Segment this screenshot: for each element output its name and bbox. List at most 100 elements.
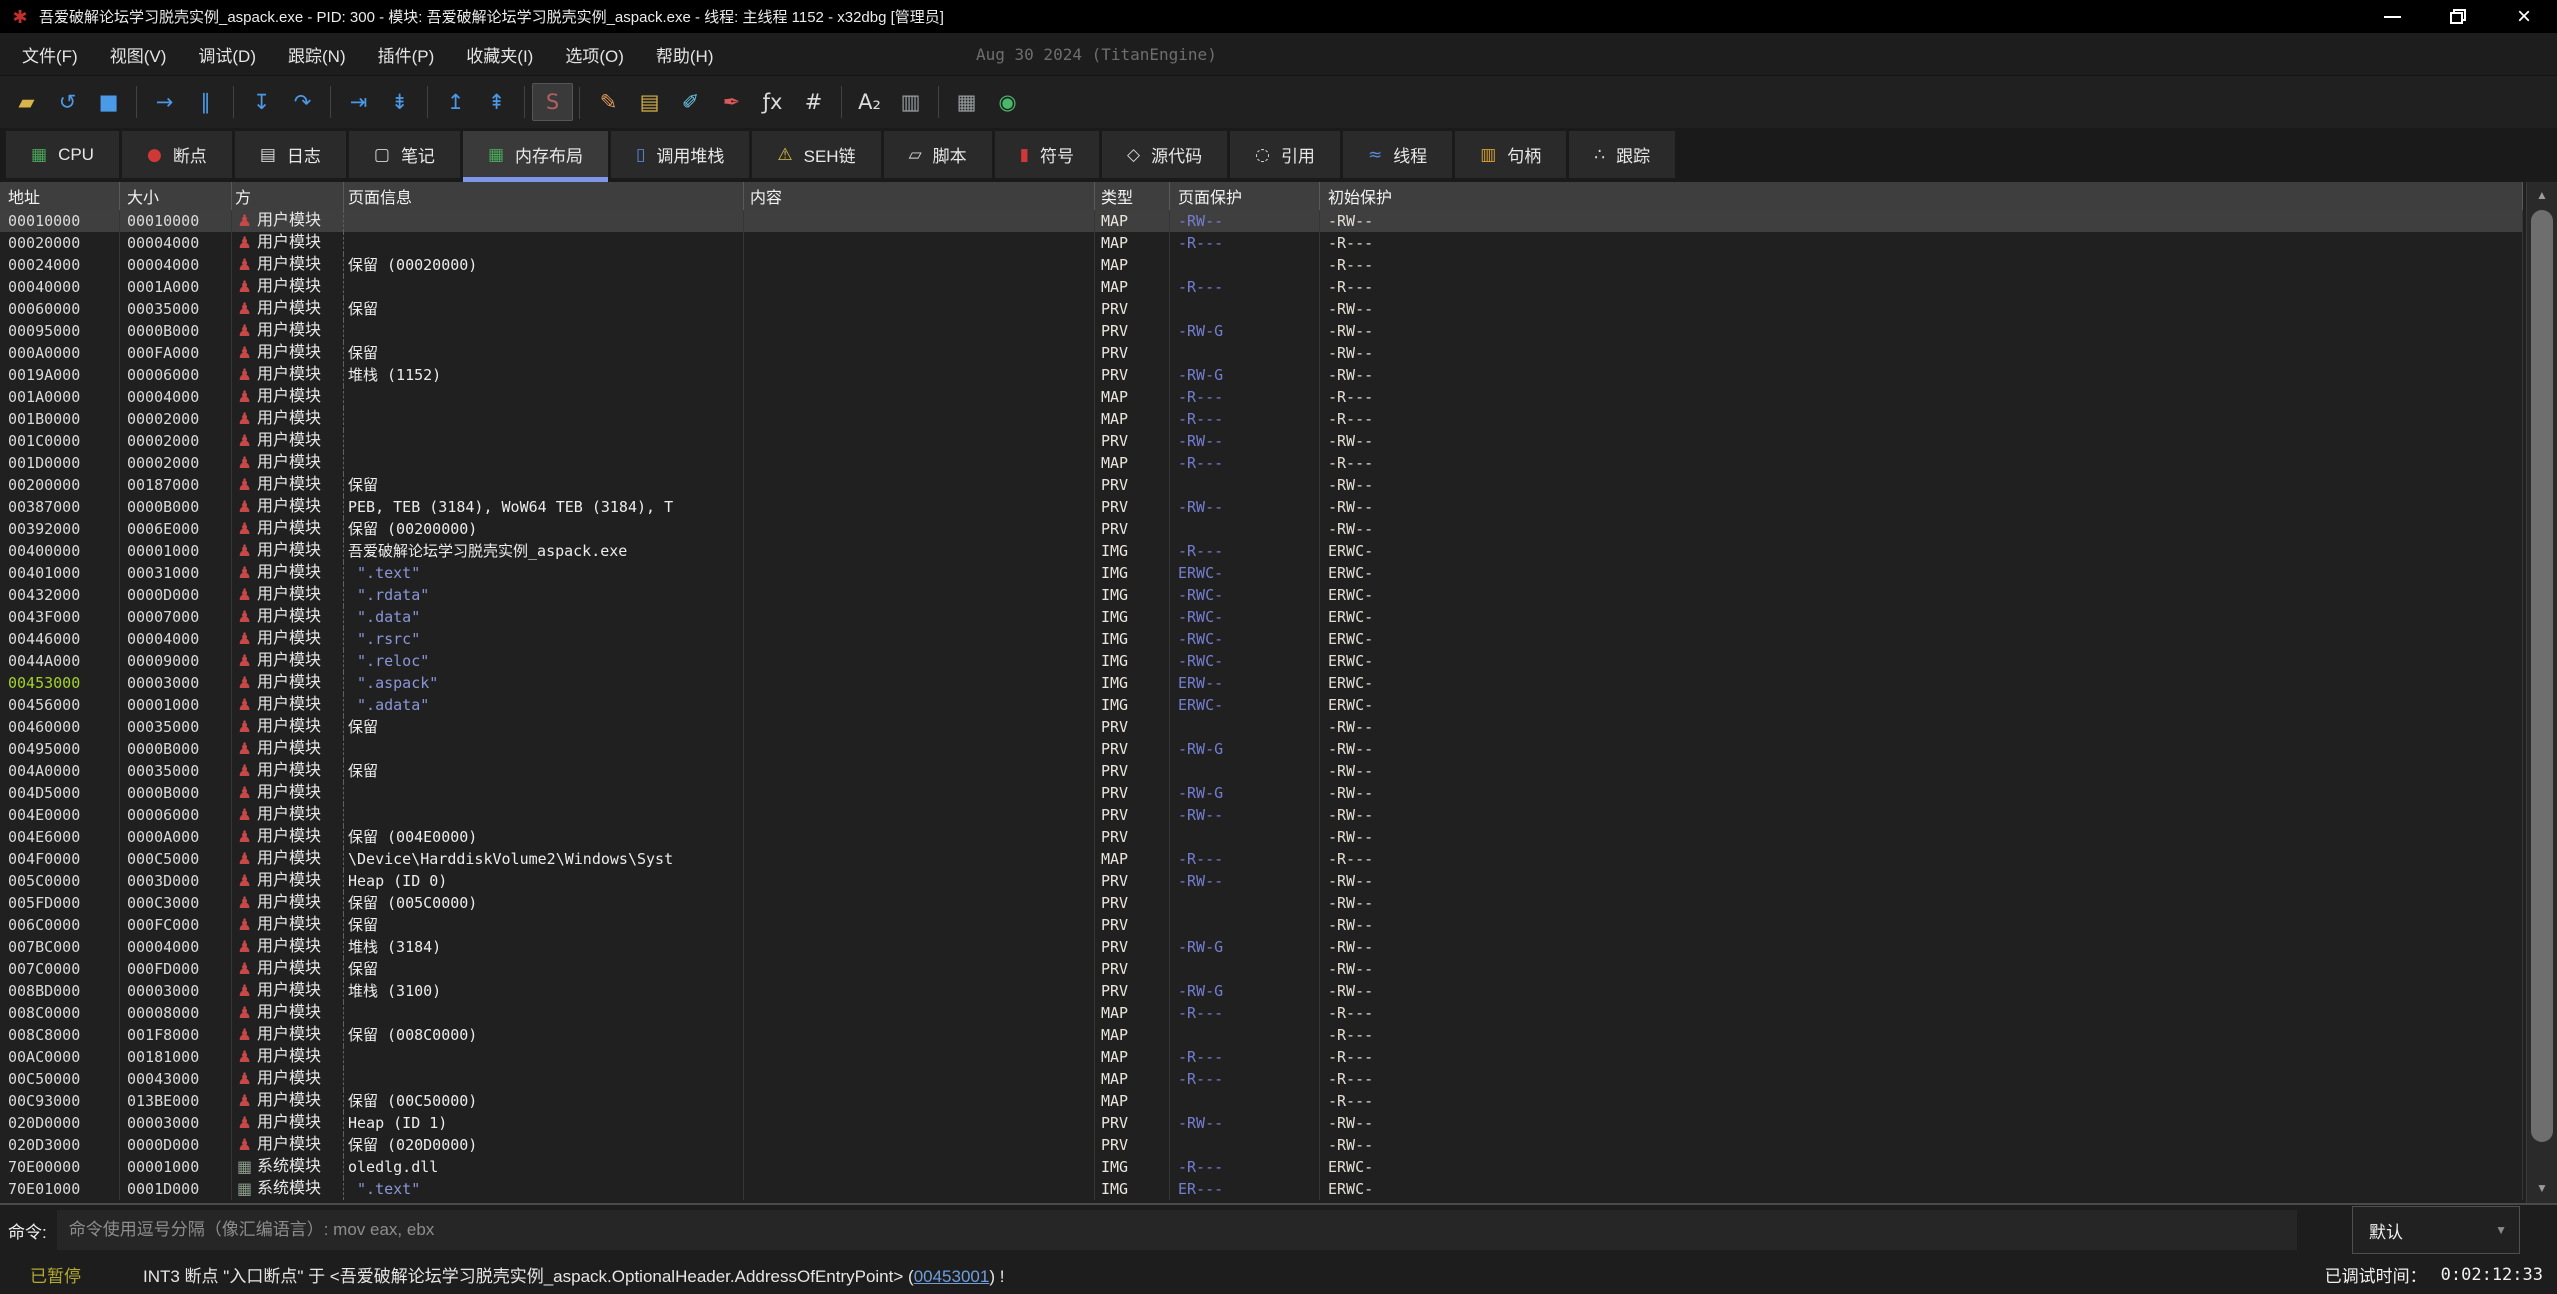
table-row[interactable]: 00460000 00035000 用户模块 保留 PRV -RW--: [0, 716, 2523, 738]
column-header-page-protection[interactable]: 页面保护: [1170, 182, 1320, 210]
hash-icon[interactable]: #: [793, 83, 834, 121]
table-row[interactable]: 00432000 0000D000 用户模块 ".rdata" IMG -RWC…: [0, 584, 2523, 606]
favourites-icon[interactable]: ◉: [987, 83, 1028, 121]
table-row[interactable]: 00456000 00001000 用户模块 ".adata" IMG ERWC…: [0, 694, 2523, 716]
table-row[interactable]: 020D3000 0000D000 用户模块 保留 (020D0000) PRV…: [0, 1134, 2523, 1156]
table-row[interactable]: 001A0000 00004000 用户模块 MAP -R--- -R---: [0, 386, 2523, 408]
calculator-icon[interactable]: ▦: [946, 83, 987, 121]
run-outside-module-icon[interactable]: ⇞: [476, 83, 517, 121]
table-row[interactable]: 00AC0000 00181000 用户模块 MAP -R--- -R---: [0, 1046, 2523, 1068]
table-row[interactable]: 00095000 0000B000 用户模块 PRV -RW-G -RW--: [0, 320, 2523, 342]
tab-threads[interactable]: ≈ 线程: [1343, 131, 1452, 178]
table-row[interactable]: 006C0000 000FC000 用户模块 保留 PRV -RW--: [0, 914, 2523, 936]
command-input[interactable]: [57, 1210, 2297, 1250]
profile-dropdown[interactable]: 默认 ▼: [2352, 1206, 2520, 1254]
step-into-icon[interactable]: ↧: [241, 83, 282, 121]
table-row[interactable]: 00446000 00004000 用户模块 ".rsrc" IMG -RWC-…: [0, 628, 2523, 650]
table-row[interactable]: 008BD000 00003000 用户模块 堆栈 (3100) PRV -RW…: [0, 980, 2523, 1002]
table-row[interactable]: 00453000 00003000 用户模块 ".aspack" IMG ERW…: [0, 672, 2523, 694]
tab-seh-chain[interactable]: ⚠ SEH链: [752, 131, 880, 178]
table-row[interactable]: 00387000 0000B000 用户模块 PEB, TEB (3184), …: [0, 496, 2523, 518]
column-header-page-info[interactable]: 页面信息: [344, 182, 744, 210]
address-link[interactable]: 00453001: [914, 1267, 990, 1286]
function-icon[interactable]: ƒx: [752, 83, 793, 121]
table-row[interactable]: 008C0000 00008000 用户模块 MAP -R--- -R---: [0, 1002, 2523, 1024]
table-row[interactable]: 004E6000 0000A000 用户模块 保留 (004E0000) PRV…: [0, 826, 2523, 848]
open-file-icon[interactable]: ▰: [6, 83, 47, 121]
variables-icon[interactable]: ▥: [890, 83, 931, 121]
restart-icon[interactable]: ↺: [47, 83, 88, 121]
menu-options[interactable]: 选项(O): [549, 42, 640, 67]
step-over-icon[interactable]: ↷: [282, 83, 323, 121]
menu-view[interactable]: 视图(V): [94, 42, 183, 67]
menu-favourites[interactable]: 收藏夹(I): [450, 42, 549, 67]
restore-button[interactable]: [2425, 0, 2491, 33]
table-row[interactable]: 00C93000 013BE000 用户模块 保留 (00C50000) MAP…: [0, 1090, 2523, 1112]
table-row[interactable]: 00020000 00004000 用户模块 MAP -R--- -R---: [0, 232, 2523, 254]
menu-plugins[interactable]: 插件(P): [362, 42, 451, 67]
table-row[interactable]: 00400000 00001000 用户模块 吾爱破解论坛学习脱壳实例_aspa…: [0, 540, 2523, 562]
table-row[interactable]: 00060000 00035000 用户模块 保留 PRV -RW--: [0, 298, 2523, 320]
table-row[interactable]: 00200000 00187000 用户模块 保留 PRV -RW--: [0, 474, 2523, 496]
seh-step-icon[interactable]: S: [532, 83, 573, 121]
table-row[interactable]: 00392000 0006E000 用户模块 保留 (00200000) PRV…: [0, 518, 2523, 540]
menu-debug[interactable]: 调试(D): [182, 42, 272, 67]
run-until-expression-icon[interactable]: ⇟: [379, 83, 420, 121]
tab-trace[interactable]: ∴ 跟踪: [1569, 131, 1675, 178]
execute-till-return-icon[interactable]: ↥: [435, 83, 476, 121]
menu-trace[interactable]: 跟踪(N): [272, 42, 362, 67]
table-row[interactable]: 00495000 0000B000 用户模块 PRV -RW-G -RW--: [0, 738, 2523, 760]
label-icon[interactable]: ✒: [711, 83, 752, 121]
table-row[interactable]: 008C8000 001F8000 用户模块 保留 (008C0000) MAP…: [0, 1024, 2523, 1046]
tab-notes[interactable]: ▢ 笔记: [349, 131, 460, 178]
column-header-initial-protection[interactable]: 初始保护: [1320, 182, 2523, 210]
table-row[interactable]: 00C50000 00043000 用户模块 MAP -R--- -R---: [0, 1068, 2523, 1090]
table-row[interactable]: 0044A000 00009000 用户模块 ".reloc" IMG -RWC…: [0, 650, 2523, 672]
tab-log[interactable]: ▤ 日志: [235, 131, 346, 178]
table-row[interactable]: 00040000 0001A000 用户模块 MAP -R--- -R---: [0, 276, 2523, 298]
font-size-icon[interactable]: A₂: [849, 83, 890, 121]
scroll-down-button[interactable]: ▼: [2527, 1175, 2557, 1201]
table-row[interactable]: 001D0000 00002000 用户模块 MAP -R--- -R---: [0, 452, 2523, 474]
column-header-size[interactable]: 大小: [120, 182, 232, 210]
tab-call-stack[interactable]: ▯ 调用堆栈: [611, 131, 749, 178]
table-row[interactable]: 00010000 00010000 用户模块 MAP -RW-- -RW--: [0, 210, 2523, 232]
table-row[interactable]: 00024000 00004000 用户模块 保留 (00020000) MAP…: [0, 254, 2523, 276]
table-row[interactable]: 007BC000 00004000 用户模块 堆栈 (3184) PRV -RW…: [0, 936, 2523, 958]
tab-breakpoints[interactable]: ● 断点: [122, 131, 232, 178]
table-row[interactable]: 001B0000 00002000 用户模块 MAP -R--- -R---: [0, 408, 2523, 430]
scrollbar-thumb[interactable]: [2531, 210, 2553, 1142]
tab-cpu[interactable]: ▦ CPU: [6, 131, 119, 178]
table-row[interactable]: 004A0000 00035000 用户模块 保留 PRV -RW--: [0, 760, 2523, 782]
table-row[interactable]: 00401000 00031000 用户模块 ".text" IMG ERWC-…: [0, 562, 2523, 584]
close-button[interactable]: ×: [2491, 0, 2557, 33]
tab-handles[interactable]: ▥ 句柄: [1455, 131, 1566, 178]
stop-icon[interactable]: ■: [88, 83, 129, 121]
table-row[interactable]: 000A0000 000FA000 用户模块 保留 PRV -RW--: [0, 342, 2523, 364]
scroll-up-button[interactable]: ▲: [2527, 182, 2557, 208]
tab-symbols[interactable]: ▮ 符号: [995, 131, 1099, 178]
minimize-button[interactable]: [2359, 0, 2425, 33]
table-row[interactable]: 004F0000 000C5000 用户模块 \Device\HarddiskV…: [0, 848, 2523, 870]
menu-file[interactable]: 文件(F): [6, 42, 94, 67]
vertical-scrollbar[interactable]: ▲ ▼: [2526, 182, 2557, 1203]
highlight-icon[interactable]: ✐: [670, 83, 711, 121]
table-row[interactable]: 004D5000 0000B000 用户模块 PRV -RW-G -RW--: [0, 782, 2523, 804]
tab-references[interactable]: ◌ 引用: [1230, 131, 1340, 178]
pause-icon[interactable]: ∥: [185, 83, 226, 121]
run-icon[interactable]: →: [144, 83, 185, 121]
run-to-user-code-icon[interactable]: ⇥: [338, 83, 379, 121]
tab-memory-map[interactable]: ▦ 内存布局: [463, 131, 608, 178]
table-row[interactable]: 005FD000 000C3000 用户模块 保留 (005C0000) PRV…: [0, 892, 2523, 914]
table-row[interactable]: 0019A000 00006000 用户模块 堆栈 (1152) PRV -RW…: [0, 364, 2523, 386]
table-row[interactable]: 70E01000 0001D000 系统模块 ".text" IMG ER---…: [0, 1178, 2523, 1200]
patch-icon[interactable]: ✎: [588, 83, 629, 121]
table-row[interactable]: 0043F000 00007000 用户模块 ".data" IMG -RWC-…: [0, 606, 2523, 628]
table-row[interactable]: 020D0000 00003000 用户模块 Heap (ID 1) PRV -…: [0, 1112, 2523, 1134]
table-row[interactable]: 004E0000 00006000 用户模块 PRV -RW-- -RW--: [0, 804, 2523, 826]
table-row[interactable]: 001C0000 00002000 用户模块 PRV -RW-- -RW--: [0, 430, 2523, 452]
tab-script[interactable]: ▱ 脚本: [884, 131, 992, 178]
menu-help[interactable]: 帮助(H): [640, 42, 730, 67]
tab-source[interactable]: ◇ 源代码: [1102, 131, 1227, 178]
column-header-address[interactable]: 地址: [0, 182, 120, 210]
